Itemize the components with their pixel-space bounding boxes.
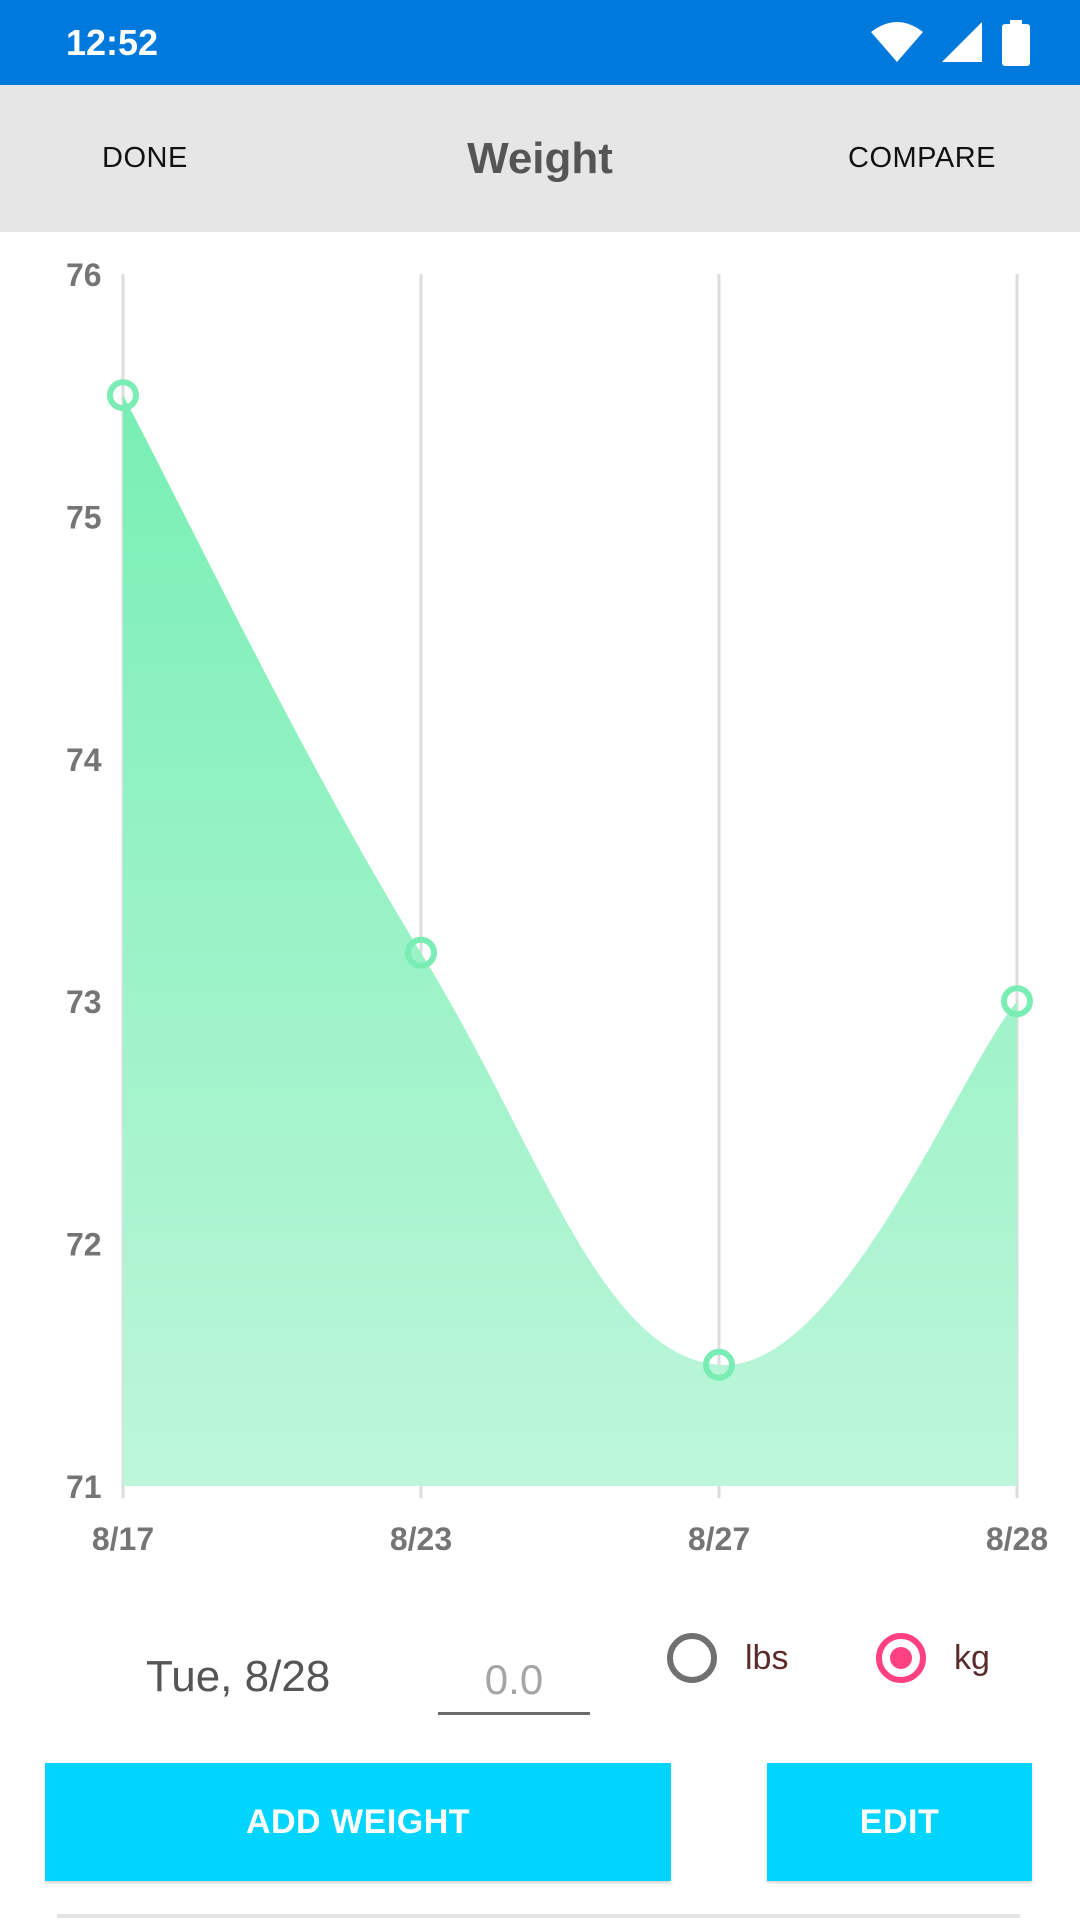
edit-button[interactable]: EDIT	[767, 1763, 1032, 1881]
cell-signal-icon	[942, 22, 982, 62]
x-tick-label: 8/27	[688, 1521, 750, 1557]
status-icons	[870, 20, 1030, 66]
radio-lbs-circle[interactable]	[667, 1633, 717, 1683]
weight-area-series	[123, 395, 1017, 1487]
y-tick-label: 71	[66, 1469, 102, 1505]
unit-label-lbs: lbs	[745, 1638, 789, 1677]
unit-label-kg: kg	[954, 1638, 990, 1677]
y-tick-label: 74	[66, 742, 102, 778]
status-bar: 12:52	[0, 0, 1080, 85]
entry-date-label: Tue, 8/28	[146, 1652, 331, 1701]
toolbar: Weight DONE COMPARE	[0, 85, 1080, 232]
wifi-icon	[871, 22, 923, 62]
add-weight-button[interactable]: ADD WEIGHT	[45, 1763, 671, 1881]
radio-selected-dot	[890, 1647, 912, 1669]
status-time: 12:52	[66, 22, 159, 63]
weight-input[interactable]	[438, 1648, 590, 1715]
done-button[interactable]: DONE	[82, 85, 208, 232]
y-tick-label: 75	[66, 499, 102, 535]
y-tick-label: 72	[66, 1227, 102, 1263]
bottom-divider	[57, 1914, 1020, 1918]
unit-radio-kg[interactable]: kg	[876, 1633, 990, 1683]
x-tick-label: 8/17	[92, 1521, 154, 1557]
weight-chart: 71 72 73 74 75 76 8/17 8/23 8/27 8/28	[0, 232, 1080, 1602]
y-tick-label: 73	[66, 984, 102, 1020]
compare-button[interactable]: COMPARE	[828, 85, 1016, 232]
unit-radio-lbs[interactable]: lbs	[667, 1633, 788, 1683]
weight-chart-svg: 71 72 73 74 75 76 8/17 8/23 8/27 8/28	[66, 257, 1048, 1557]
radio-kg-circle[interactable]	[876, 1633, 926, 1683]
battery-icon	[1002, 20, 1030, 66]
x-tick-label: 8/28	[986, 1521, 1048, 1557]
x-tick-label: 8/23	[390, 1521, 452, 1557]
y-tick-label: 76	[66, 257, 102, 293]
